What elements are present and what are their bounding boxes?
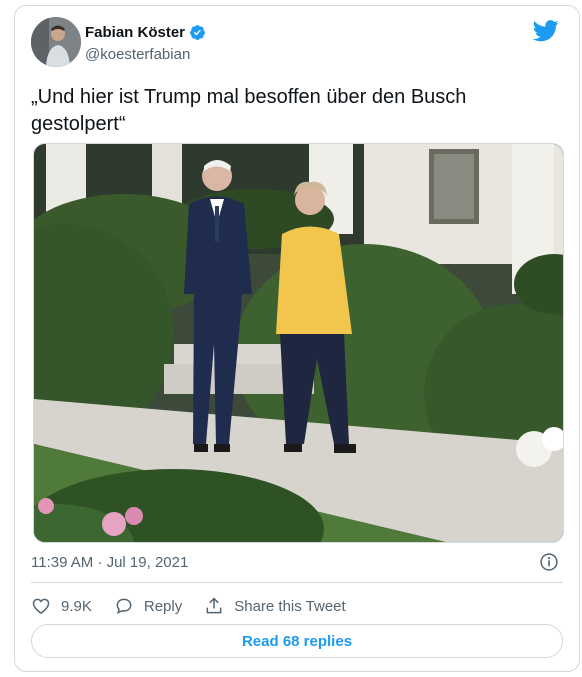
share-button[interactable]: Share this Tweet — [204, 596, 346, 616]
author-handle[interactable]: @koesterfabian — [85, 46, 190, 63]
reply-button[interactable]: Reply — [114, 596, 182, 616]
share-label: Share this Tweet — [234, 597, 346, 615]
read-replies-button[interactable]: Read 68 replies — [31, 624, 563, 658]
twitter-bird-icon[interactable] — [533, 20, 559, 42]
verified-badge-icon — [190, 25, 205, 40]
author-name[interactable]: Fabian Köster — [85, 24, 206, 41]
tweet-text: „Und hier ist Trump mal besoffen über de… — [31, 86, 467, 135]
info-icon[interactable] — [539, 552, 559, 572]
reply-bubble-icon — [116, 598, 132, 615]
like-button[interactable]: 9.9K — [31, 596, 92, 616]
tweet-timestamp[interactable]: 11:39 AM · Jul 19, 2021 — [31, 554, 188, 571]
heart-icon — [32, 598, 50, 614]
divider — [31, 582, 563, 583]
like-count: 9.9K — [61, 597, 92, 615]
reply-label: Reply — [143, 597, 183, 615]
author-name-text[interactable]: Fabian Köster — [85, 24, 185, 41]
action-bar: 9.9K Reply Share this Tweet — [31, 594, 368, 618]
tweet-card: Fabian Köster @koesterfabian „Und hier i… — [14, 5, 580, 672]
share-icon — [206, 597, 222, 614]
tweet-photo[interactable] — [33, 143, 564, 543]
avatar[interactable] — [31, 17, 81, 67]
